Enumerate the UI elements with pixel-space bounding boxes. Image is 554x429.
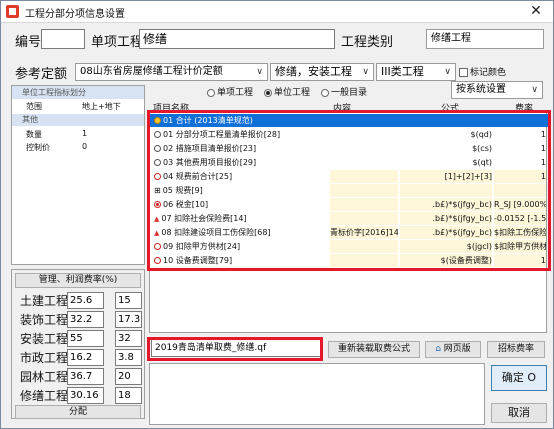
rates-panel: 管理、利润费率(%) 土建工程 25.6 15 装饰工程 32.2 17.3 安装工程 55 3…	[11, 269, 145, 419]
class-combo[interactable]: III类工程 ∨	[376, 63, 456, 81]
title-bar: 工程分部分项信息设置 ✕	[1, 1, 553, 23]
category-combo[interactable]: 修缮工程	[426, 29, 544, 49]
project-label: 单项工程	[91, 35, 144, 50]
type-value: 修缮，安装工程	[275, 65, 352, 78]
settings-value: 按系统设置	[456, 84, 506, 95]
mark-color-label: 标记颜色	[470, 68, 507, 78]
management-rate-input[interactable]: 16.2	[67, 349, 104, 366]
rate-label: 装饰工程	[20, 313, 69, 327]
rate-label: 安装工程	[20, 332, 69, 346]
properties-panel: 单位工程指标划分 范围 地上+地下 其他 数量 1 控制价 0	[11, 85, 145, 265]
profit-rate-input[interactable]: 32	[115, 330, 142, 347]
cancel-button[interactable]: 取消	[491, 403, 547, 423]
mark-color-toggle[interactable]: 标记颜色	[459, 65, 506, 78]
props-group-indicator: 单位工程指标划分	[12, 86, 144, 99]
management-rate-input[interactable]: 32.2	[67, 311, 104, 328]
bid-rate-button[interactable]: 招标费率	[487, 341, 545, 358]
type-combo[interactable]: 修缮，安装工程 ∨	[270, 63, 374, 81]
file-highlight-frame	[147, 337, 323, 361]
rate-label: 市政工程	[20, 351, 69, 365]
settings-combo[interactable]: 按系统设置 ∨	[451, 81, 543, 99]
quota-combo[interactable]: 08山东省房屋修缮工程计价定额 ∨	[75, 63, 268, 81]
props-group-other: 其他	[12, 114, 144, 126]
rate-label: 土建工程	[20, 294, 69, 308]
allocate-button[interactable]: 分配	[15, 405, 141, 419]
scope-label: 范围	[26, 102, 42, 111]
reload-formula-button[interactable]: 重新装载取费公式	[328, 341, 420, 358]
profit-rate-input[interactable]: 15	[115, 292, 142, 309]
profit-rate-input[interactable]: 17.3	[115, 311, 142, 328]
profit-rate-input[interactable]: 18	[115, 387, 142, 404]
project-input[interactable]: 修缮	[139, 29, 335, 49]
code-input[interactable]	[41, 29, 85, 49]
management-rate-input[interactable]: 36.7	[67, 368, 104, 385]
rate-label: 修缮工程	[20, 389, 69, 403]
radio-icon	[321, 88, 329, 97]
qty-label: 数量	[26, 130, 42, 139]
radio-label: 单项工程	[217, 88, 254, 98]
quota-label: 参考定额	[15, 67, 68, 82]
ctrl-value[interactable]: 0	[82, 142, 87, 151]
home-icon: ⌂	[435, 344, 441, 354]
qty-value[interactable]: 1	[82, 129, 87, 138]
management-rate-input[interactable]: 55	[67, 330, 104, 347]
chevron-down-icon: ∨	[256, 67, 263, 77]
radio-unit[interactable]: 单位工程	[264, 85, 310, 98]
highlight-frame	[147, 110, 551, 271]
radio-label: 单位工程	[274, 88, 311, 98]
radio-catalog[interactable]: 一般目录	[321, 85, 367, 98]
chevron-down-icon: ∨	[362, 67, 369, 77]
quota-value: 08山东省房屋修缮工程计价定额	[80, 66, 223, 77]
ctrl-label: 控制价	[26, 143, 50, 152]
close-button[interactable]: ✕	[527, 2, 545, 20]
rates-title: 管理、利润费率(%)	[15, 273, 141, 288]
ok-button[interactable]: 确定 O	[491, 365, 547, 391]
code-label: 编号	[15, 35, 42, 50]
radio-icon	[207, 88, 215, 97]
profit-rate-input[interactable]: 20	[115, 368, 142, 385]
class-value: III类工程	[381, 65, 424, 78]
web-version-button[interactable]: ⌂ 网页版	[425, 341, 481, 358]
mark-color-checkbox[interactable]	[459, 68, 468, 77]
radio-label: 一般目录	[331, 88, 368, 98]
notes-textarea[interactable]	[149, 363, 485, 425]
management-rate-input[interactable]: 25.6	[67, 292, 104, 309]
scope-value[interactable]: 地上+地下	[82, 101, 121, 112]
web-version-label: 网页版	[443, 344, 471, 354]
radio-selected-icon	[264, 88, 272, 97]
radio-project[interactable]: 单项工程	[207, 85, 253, 98]
profit-rate-input[interactable]: 3.8	[115, 349, 142, 366]
app-icon	[6, 5, 19, 18]
chevron-down-icon: ∨	[444, 67, 451, 77]
chevron-down-icon: ∨	[531, 85, 538, 95]
management-rate-input[interactable]: 30.16	[67, 387, 104, 404]
category-label: 工程类别	[341, 35, 394, 50]
rate-label: 园林工程	[20, 370, 69, 384]
dialog-window: 工程分部分项信息设置 ✕ 编号 单项工程 修缮 工程类别 修缮工程 参考定额 0…	[0, 0, 554, 429]
category-value: 修缮工程	[431, 33, 471, 44]
window-title: 工程分部分项信息设置	[25, 9, 125, 20]
